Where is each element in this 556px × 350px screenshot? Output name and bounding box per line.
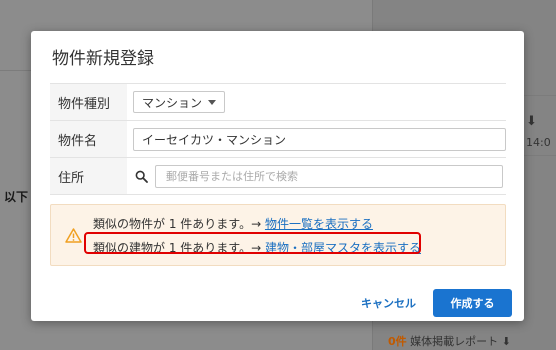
report-label: 媒体掲載レポート xyxy=(410,335,499,348)
property-type-select[interactable]: マンション xyxy=(133,91,226,113)
download-icon: ⬇ xyxy=(526,114,537,129)
create-button[interactable]: 作成する xyxy=(433,289,512,317)
property-form: 物件種別 マンション 物件名 住所 xyxy=(50,83,506,195)
form-row-type: 物件種別 マンション xyxy=(50,84,506,121)
warning-icon xyxy=(65,228,82,243)
download-icon: ⬇ xyxy=(501,335,511,348)
highlight-annotation xyxy=(84,232,421,254)
background-time: 14:0 xyxy=(526,136,551,149)
address-field xyxy=(127,158,506,194)
type-label: 物件種別 xyxy=(50,84,127,120)
form-row-address: 住所 xyxy=(50,158,506,195)
form-row-name: 物件名 xyxy=(50,121,506,158)
property-list-link[interactable]: 物件一覧を表示する xyxy=(265,217,373,231)
search-icon xyxy=(133,168,149,184)
report-count: 0件 xyxy=(388,335,407,348)
name-field xyxy=(127,121,506,157)
similar-property-message: 類似の物件が 1 件あります。→ 物件一覧を表示する xyxy=(93,215,373,232)
name-label: 物件名 xyxy=(50,121,127,157)
address-label: 住所 xyxy=(50,158,127,194)
similar-property-text: 類似の物件が 1 件あります。→ xyxy=(93,217,265,231)
type-field: マンション xyxy=(127,84,506,120)
chevron-down-icon xyxy=(208,99,217,105)
dialog-title: 物件新規登録 xyxy=(52,49,154,69)
address-search-input[interactable] xyxy=(155,164,503,188)
property-type-value: マンション xyxy=(142,95,203,110)
cancel-button[interactable]: キャンセル xyxy=(351,289,426,317)
property-create-dialog: 物件新規登録 物件種別 マンション 物件名 住所 xyxy=(31,31,524,321)
property-name-input[interactable] xyxy=(133,127,506,151)
background-report-link: 0件 媒体掲載レポート ⬇ xyxy=(388,333,511,349)
background-left-label: 以下 xyxy=(4,190,29,204)
